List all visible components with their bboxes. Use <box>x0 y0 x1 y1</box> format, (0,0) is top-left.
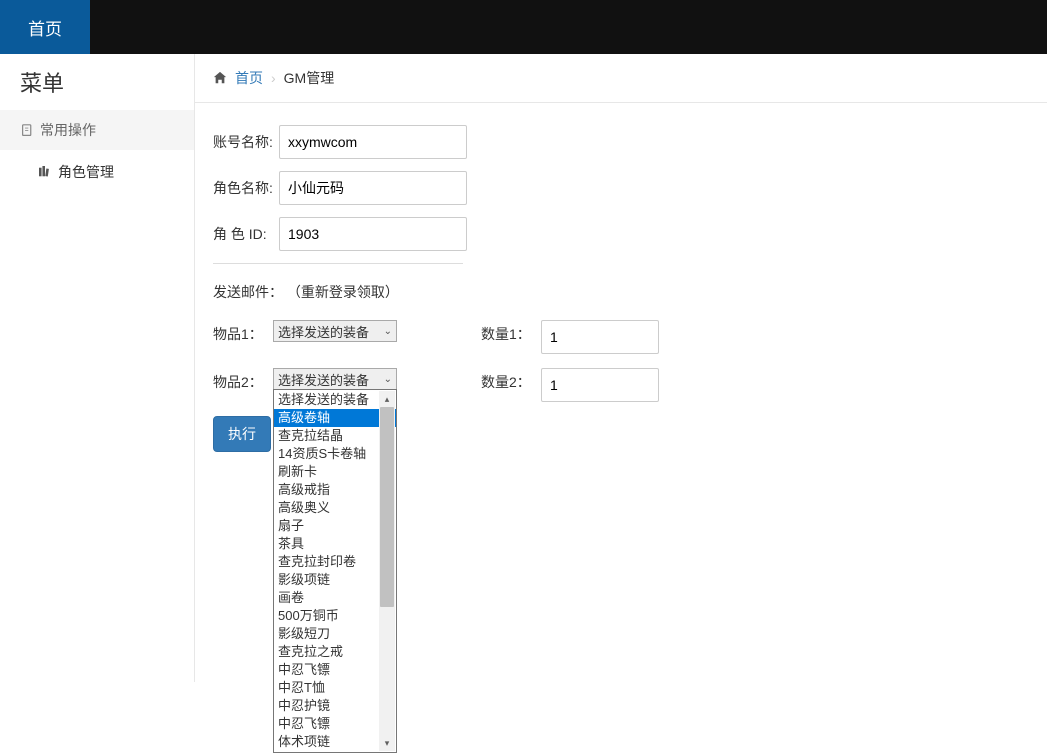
breadcrumb: 首页 › GM管理 <box>195 54 1047 103</box>
qty2-input[interactable] <box>541 368 659 402</box>
dropdown-option[interactable]: 刷新卡 <box>274 463 396 481</box>
scroll-down-icon[interactable]: ▾ <box>380 736 394 750</box>
account-input[interactable] <box>279 125 467 159</box>
chevron-down-icon: ⌄ <box>384 326 392 337</box>
sidebar-title: 菜单 <box>0 54 194 110</box>
breadcrumb-current: GM管理 <box>284 68 335 88</box>
scroll-thumb[interactable] <box>380 407 394 607</box>
dropdown-option[interactable]: 500万铜币 <box>274 607 396 625</box>
sidebar-item-label: 角色管理 <box>58 162 114 182</box>
role-input[interactable] <box>279 171 467 205</box>
dropdown-option[interactable]: 体术项链 <box>274 733 396 751</box>
execute-button-label: 执行 <box>228 426 256 442</box>
dropdown-option[interactable]: 扇子 <box>274 517 396 535</box>
books-icon <box>38 165 52 179</box>
dropdown-option[interactable]: 14资质S卡卷轴 <box>274 445 396 463</box>
dropdown-option[interactable]: 影级项链 <box>274 571 396 589</box>
item2-dropdown: 选择发送的装备高级卷轴查克拉结晶14资质S卡卷轴刷新卡高级戒指高级奥义扇子茶具查… <box>273 389 397 753</box>
divider <box>213 263 463 264</box>
qty1-label: 数量1： <box>481 320 537 344</box>
dropdown-option[interactable]: 选择发送的装备 <box>274 391 396 409</box>
mail-row: 发送邮件： （重新登录领取） <box>213 282 1029 302</box>
qty1-input[interactable] <box>541 320 659 354</box>
chevron-down-icon: ⌄ <box>384 374 392 385</box>
sidebar: 菜单 常用操作 角色管理 <box>0 54 195 682</box>
tab-home[interactable]: 首页 <box>0 0 90 54</box>
dropdown-option[interactable]: 茶具 <box>274 535 396 553</box>
sidebar-section-common[interactable]: 常用操作 <box>0 110 194 150</box>
qty2-label: 数量2： <box>481 368 537 392</box>
sidebar-item-role-manage[interactable]: 角色管理 <box>0 150 194 194</box>
item1-label: 物品1： <box>213 320 269 344</box>
dropdown-option[interactable]: 画卷 <box>274 589 396 607</box>
dropdown-option[interactable]: 查克拉之戒 <box>274 643 396 661</box>
tab-home-label: 首页 <box>28 15 62 40</box>
role-label: 角色名称: <box>213 178 275 198</box>
home-icon <box>213 71 227 85</box>
item2-select[interactable]: 选择发送的装备 ⌄ <box>273 368 397 390</box>
item1-select-value: 选择发送的装备 <box>278 322 369 341</box>
dropdown-option[interactable]: 查克拉结晶 <box>274 427 396 445</box>
topbar: 首页 <box>0 0 1047 54</box>
dropdown-option[interactable]: 高级卷轴 <box>274 409 396 427</box>
sidebar-section-label: 常用操作 <box>40 120 96 140</box>
item2-select-value: 选择发送的装备 <box>278 370 369 389</box>
roleid-input[interactable] <box>279 217 467 251</box>
dropdown-option[interactable]: 中忍飞镖 <box>274 661 396 679</box>
item1-select[interactable]: 选择发送的装备 ⌄ <box>273 320 397 342</box>
mail-label: 发送邮件： <box>213 284 283 300</box>
item2-label: 物品2： <box>213 368 269 392</box>
account-label: 账号名称: <box>213 132 275 152</box>
scroll-up-icon[interactable]: ▴ <box>380 392 394 406</box>
dropdown-option[interactable]: 中忍飞镖 <box>274 715 396 733</box>
mail-note: （重新登录领取） <box>287 284 399 300</box>
dropdown-option[interactable]: 查克拉封印卷 <box>274 553 396 571</box>
roleid-label: 角 色 ID: <box>213 224 275 244</box>
document-icon <box>20 123 34 137</box>
dropdown-option[interactable]: 中忍护镜 <box>274 697 396 715</box>
dropdown-option[interactable]: 高级奥义 <box>274 499 396 517</box>
main: 首页 › GM管理 账号名称: 角色名称: 角 色 ID: 发送邮件： （重新登… <box>195 54 1047 682</box>
chevron-right-icon: › <box>271 70 276 86</box>
dropdown-option[interactable]: 高级戒指 <box>274 481 396 499</box>
dropdown-scrollbar[interactable]: ▴ ▾ <box>379 391 395 751</box>
dropdown-option[interactable]: 影级短刀 <box>274 625 396 643</box>
breadcrumb-home-link[interactable]: 首页 <box>235 68 263 88</box>
execute-button[interactable]: 执行 <box>213 416 271 452</box>
